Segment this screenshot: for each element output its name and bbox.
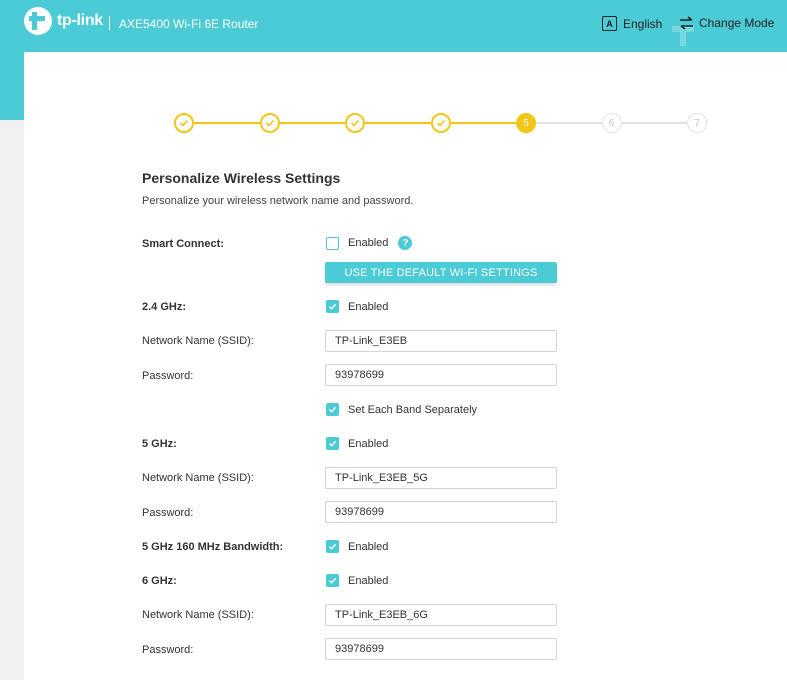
step-7-indicator: 7 xyxy=(687,113,707,133)
page-description: Personalize your wireless network name a… xyxy=(142,195,414,207)
page-title: Personalize Wireless Settings xyxy=(142,170,341,186)
band-5-checkbox[interactable] xyxy=(326,437,339,450)
tp-link-logo-icon xyxy=(24,7,52,35)
band-24-enable-row: Enabled xyxy=(326,300,388,313)
set-bands-separately-label: Set Each Band Separately xyxy=(348,403,478,416)
bandwidth-160-row: Enabled xyxy=(326,540,388,553)
checkmark-icon xyxy=(179,119,189,127)
step-4-indicator xyxy=(430,113,451,133)
checkmark-icon xyxy=(265,119,274,127)
smart-connect-checkbox[interactable] xyxy=(326,236,339,250)
smart-connect-row: Enabled ? xyxy=(326,236,413,250)
use-default-wifi-settings-button[interactable]: USE THE DEFAULT WI-FI SETTINGS xyxy=(325,262,557,283)
step-5-indicator: 5 xyxy=(516,113,536,133)
checkmark-icon xyxy=(328,543,337,550)
logo-text: tp-link xyxy=(57,12,103,29)
checkmark-icon xyxy=(328,440,337,447)
product-title: AXE5400 Wi-Fi 6E Router xyxy=(119,17,259,31)
band-24-checkbox[interactable] xyxy=(326,300,339,313)
band-6-enable-row: Enabled xyxy=(326,574,388,587)
step-2-indicator xyxy=(259,113,280,133)
step-1-indicator xyxy=(174,113,194,133)
step-3-indicator xyxy=(345,113,365,133)
step-connector xyxy=(365,122,431,124)
tp-link-logo: tp-link xyxy=(24,7,103,35)
language-icon: A xyxy=(602,16,617,31)
band-5-password-label: Password: xyxy=(142,507,194,519)
step-connector xyxy=(279,122,345,124)
band-6-ssid-label: Network Name (SSID): xyxy=(142,609,254,621)
band-6-checkbox[interactable] xyxy=(326,574,339,587)
smart-connect-label: Smart Connect: xyxy=(142,238,224,250)
checkmark-icon xyxy=(328,577,337,584)
change-mode-label: Change Mode xyxy=(699,16,775,30)
step-connector xyxy=(450,122,516,124)
band-6-checkbox-label: Enabled xyxy=(348,574,389,587)
language-selector[interactable]: A English xyxy=(602,16,662,31)
checkmark-icon xyxy=(350,119,360,127)
step-connector xyxy=(194,122,260,124)
band-6-password-label: Password: xyxy=(142,644,194,656)
band-24-ssid-input[interactable] xyxy=(325,330,557,352)
band-5-ssid-label: Network Name (SSID): xyxy=(142,472,254,484)
checkmark-icon xyxy=(436,119,445,127)
band-24-password-input[interactable] xyxy=(325,364,557,386)
step-connector xyxy=(536,122,602,124)
band-24-ssid-label: Network Name (SSID): xyxy=(142,335,254,347)
help-icon[interactable]: ? xyxy=(398,236,413,250)
band-5-password-input[interactable] xyxy=(325,501,557,523)
bandwidth-160-checkbox-label: Enabled xyxy=(348,540,389,553)
set-bands-separately-checkbox[interactable] xyxy=(326,403,339,416)
bandwidth-160-checkbox[interactable] xyxy=(326,540,339,553)
bandwidth-160-label: 5 GHz 160 MHz Bandwidth: xyxy=(142,541,284,553)
band-5-ssid-input[interactable] xyxy=(325,467,557,489)
header-band xyxy=(0,52,24,120)
separate-bands-row: Set Each Band Separately xyxy=(326,403,477,416)
band-6-password-input[interactable] xyxy=(325,638,557,660)
smart-connect-checkbox-label: Enabled xyxy=(348,237,389,249)
band-6-label: 6 GHz: xyxy=(142,575,177,587)
band-5-enable-row: Enabled xyxy=(326,437,388,450)
band-6-ssid-input[interactable] xyxy=(325,604,557,626)
header-divider xyxy=(109,16,110,30)
step-6-indicator: 6 xyxy=(601,113,622,133)
step-connector xyxy=(621,122,687,124)
band-24-password-label: Password: xyxy=(142,370,194,382)
language-label: English xyxy=(623,16,663,31)
band-5-label: 5 GHz: xyxy=(142,438,177,450)
band-5-checkbox-label: Enabled xyxy=(348,437,389,450)
band-24-checkbox-label: Enabled xyxy=(348,300,389,313)
setup-card: 5 6 7 Personalize Wireless Settings Person… xyxy=(24,52,787,680)
change-mode-button[interactable]: Change Mode xyxy=(679,16,774,30)
checkmark-icon xyxy=(328,406,337,413)
band-24-label: 2.4 GHz: xyxy=(142,301,187,313)
checkmark-icon xyxy=(328,303,337,310)
swap-arrows-icon xyxy=(680,16,693,30)
